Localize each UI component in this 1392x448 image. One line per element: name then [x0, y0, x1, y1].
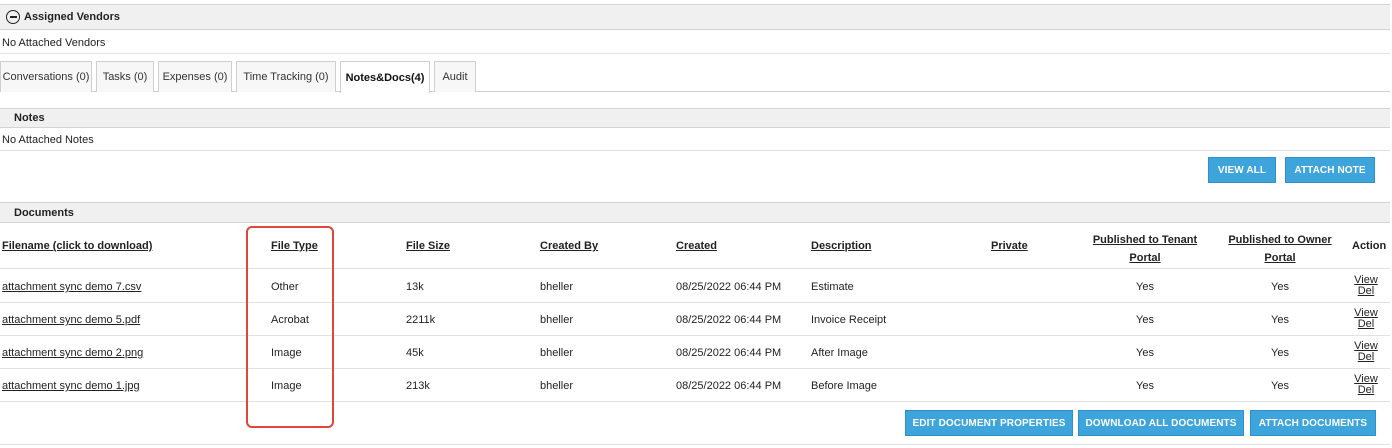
action-links: View Del: [1352, 275, 1380, 297]
column-header-created-by[interactable]: Created By: [540, 240, 598, 252]
column-header-action: Action: [1352, 240, 1387, 252]
attach-documents-button[interactable]: ATTACH DOCUMENTS: [1250, 410, 1376, 436]
tab-conversations[interactable]: Conversations (0): [0, 61, 92, 92]
column-header-owner-portal[interactable]: Published to Owner Portal: [1222, 231, 1338, 267]
no-notes-text: No Attached Notes: [2, 134, 94, 146]
tenant-portal-cell: Yes: [1136, 314, 1154, 326]
owner-portal-cell: Yes: [1271, 281, 1289, 293]
divider: [0, 444, 1390, 445]
created-by-cell: bheller: [540, 347, 574, 359]
row-divider: [0, 268, 1390, 269]
description-cell: Estimate: [811, 281, 854, 293]
description-cell: After Image: [811, 347, 868, 359]
row-divider: [0, 401, 1390, 402]
column-header-tenant-portal[interactable]: Published to Tenant Portal: [1085, 231, 1205, 267]
tab-time-tracking[interactable]: Time Tracking (0): [236, 61, 336, 92]
row-divider: [0, 335, 1390, 336]
action-links: View Del: [1352, 308, 1380, 330]
row-divider: [0, 302, 1390, 303]
tab-tasks[interactable]: Tasks (0): [96, 61, 154, 92]
owner-portal-cell: Yes: [1271, 314, 1289, 326]
filename-link[interactable]: attachment sync demo 5.pdf: [2, 314, 140, 326]
owner-portal-line1: Published to Owner: [1228, 234, 1332, 246]
file-size-cell: 2211k: [406, 314, 436, 326]
tab-audit[interactable]: Audit: [434, 61, 476, 92]
view-all-button[interactable]: VIEW ALL: [1208, 157, 1276, 183]
column-header-description[interactable]: Description: [811, 240, 872, 252]
created-cell: 08/25/2022 06:44 PM: [676, 281, 782, 293]
notes-title: Notes: [14, 112, 45, 124]
filename-link[interactable]: attachment sync demo 1.jpg: [2, 380, 140, 392]
created-cell: 08/25/2022 06:44 PM: [676, 347, 782, 359]
owner-portal-cell: Yes: [1271, 380, 1289, 392]
notes-header: Notes: [0, 108, 1390, 128]
delete-link[interactable]: Del: [1352, 286, 1380, 297]
created-cell: 08/25/2022 06:44 PM: [676, 314, 782, 326]
delete-link[interactable]: Del: [1352, 319, 1380, 330]
divider: [0, 150, 1390, 151]
owner-portal-line2: Portal: [1264, 252, 1296, 264]
file-size-cell: 45k: [406, 347, 424, 359]
created-by-cell: bheller: [540, 281, 574, 293]
filename-link[interactable]: attachment sync demo 2.png: [2, 347, 143, 359]
documents-title: Documents: [14, 206, 74, 219]
created-by-cell: bheller: [540, 314, 574, 326]
action-links: View Del: [1352, 341, 1380, 363]
delete-link[interactable]: Del: [1352, 352, 1380, 363]
divider: [0, 53, 1390, 54]
column-header-private[interactable]: Private: [991, 240, 1028, 252]
no-vendors-text: No Attached Vendors: [2, 37, 106, 49]
file-type-highlight-box: [246, 226, 334, 428]
filename-link[interactable]: attachment sync demo 7.csv: [2, 281, 141, 293]
created-cell: 08/25/2022 06:44 PM: [676, 380, 782, 392]
assigned-vendors-header[interactable]: Assigned Vendors: [0, 4, 1390, 30]
column-header-created[interactable]: Created: [676, 240, 717, 252]
tenant-portal-line1: Published to Tenant: [1092, 234, 1198, 246]
action-links: View Del: [1352, 374, 1380, 396]
tenant-portal-line2: Portal: [1129, 252, 1161, 264]
file-size-cell: 213k: [406, 380, 430, 392]
description-cell: Invoice Receipt: [811, 314, 887, 326]
download-all-documents-button[interactable]: DOWNLOAD ALL DOCUMENTS: [1078, 410, 1244, 436]
description-cell: Before Image: [811, 380, 878, 392]
assigned-vendors-title: Assigned Vendors: [24, 11, 120, 23]
tab-expenses[interactable]: Expenses (0): [158, 61, 232, 92]
file-size-cell: 13k: [406, 281, 424, 293]
created-by-cell: bheller: [540, 380, 574, 392]
tenant-portal-cell: Yes: [1136, 380, 1154, 392]
tenant-portal-cell: Yes: [1136, 347, 1154, 359]
owner-portal-cell: Yes: [1271, 347, 1289, 359]
delete-link[interactable]: Del: [1352, 385, 1380, 396]
tab-notes-docs[interactable]: Notes&Docs(4): [340, 61, 430, 93]
row-divider: [0, 368, 1390, 369]
column-header-file-size[interactable]: File Size: [406, 240, 450, 252]
tenant-portal-cell: Yes: [1136, 281, 1154, 293]
tab-bar: Conversations (0) Tasks (0) Expenses (0)…: [0, 61, 1390, 93]
edit-document-properties-button[interactable]: EDIT DOCUMENT PROPERTIES: [905, 410, 1073, 436]
attach-note-button[interactable]: ATTACH NOTE: [1285, 157, 1375, 183]
collapse-minus-icon[interactable]: [6, 10, 20, 24]
column-header-filename[interactable]: Filename (click to download): [2, 240, 152, 252]
documents-header: Documents: [0, 202, 1390, 223]
